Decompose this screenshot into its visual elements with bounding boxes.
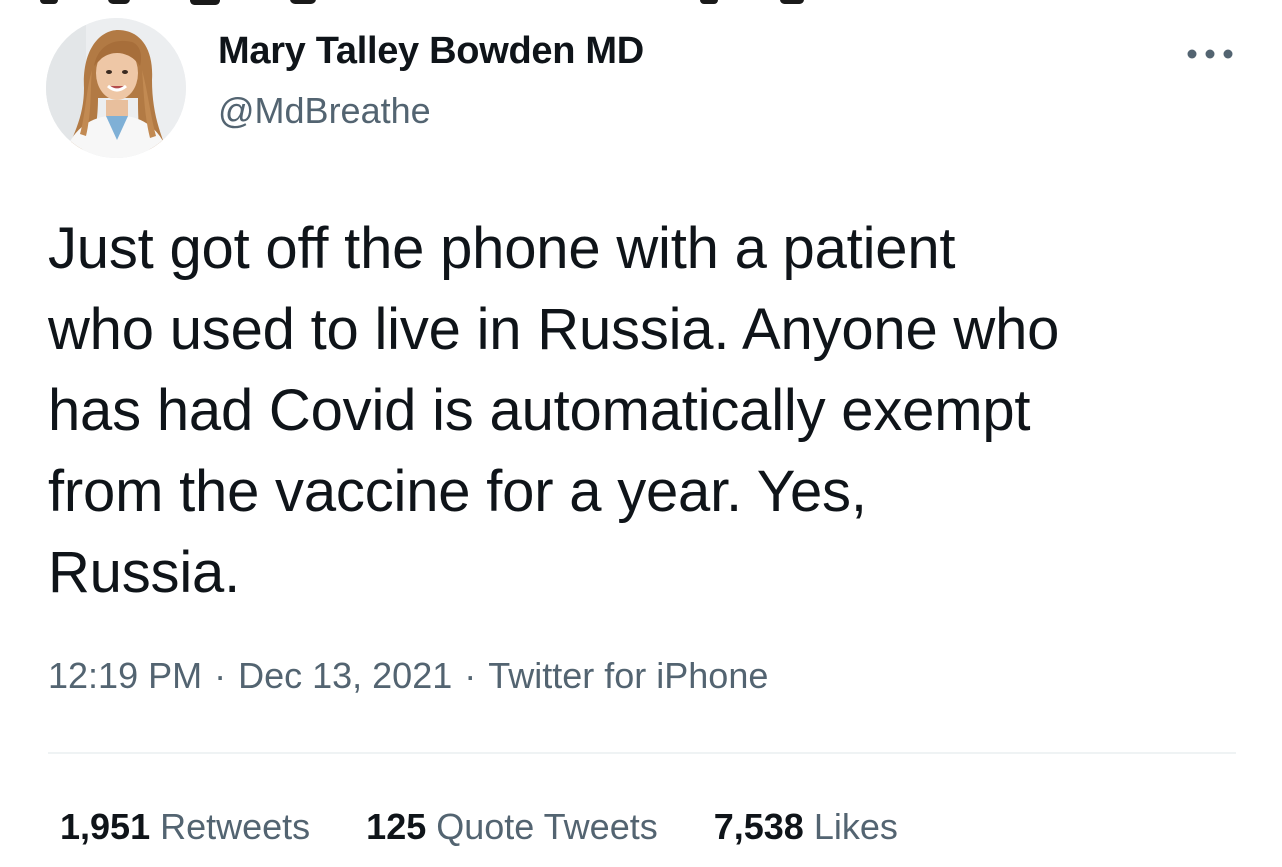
retweets-label: Retweets [160, 806, 311, 847]
retweets-stat[interactable]: 1,951 Retweets [60, 806, 310, 848]
avatar-photo [46, 18, 186, 158]
retweets-count: 1,951 [60, 806, 151, 847]
likes-count: 7,538 [713, 806, 804, 847]
engagement-stats: 1,951 Retweets 125 Quote Tweets 7,538 Likes [60, 806, 898, 848]
likes-stat[interactable]: 7,538 Likes [714, 806, 898, 848]
quote-tweets-stat[interactable]: 125 Quote Tweets [366, 806, 658, 848]
avatar[interactable] [46, 18, 186, 158]
more-horizontal-icon [1187, 49, 1233, 59]
tweet-date[interactable]: Dec 13, 2021 [238, 655, 452, 696]
likes-label: Likes [813, 806, 898, 847]
quote-tweets-label: Quote Tweets [436, 806, 658, 847]
meta-separator: · [464, 655, 477, 696]
previous-tweet-fragment [0, 0, 1282, 8]
tweet-time[interactable]: 12:19 PM [48, 655, 202, 696]
more-options-button[interactable] [1180, 36, 1240, 72]
quote-tweets-count: 125 [366, 806, 427, 847]
author-name[interactable]: Mary Talley Bowden MD [218, 30, 644, 73]
meta-separator: · [214, 655, 227, 696]
tweet-text: Just got off the phone with a patient wh… [48, 216, 1060, 605]
divider [48, 752, 1236, 754]
tweet-source[interactable]: Twitter for iPhone [488, 655, 768, 696]
tweet-metadata: 12:19 PM · Dec 13, 2021 · Twitter for iPhone [48, 655, 768, 697]
author-handle[interactable]: @MdBreathe [218, 90, 431, 132]
